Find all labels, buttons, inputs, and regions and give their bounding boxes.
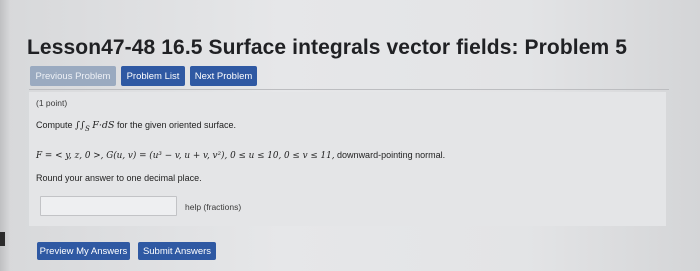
points-label: (1 point) — [36, 98, 68, 108]
screen-edge-shadow — [0, 0, 10, 271]
page-title: Lesson47-48 16.5 Surface integrals vecto… — [27, 36, 627, 59]
integral-subscript: S — [84, 124, 90, 133]
integral-sign: ∫∫ — [75, 120, 85, 131]
orientation-text: downward-pointing normal. — [337, 150, 446, 160]
compute-statement: Compute ∫∫S F·dS for the given oriented … — [36, 120, 236, 133]
compute-suffix: for the given oriented surface. — [116, 120, 237, 130]
submit-answers-button[interactable]: Submit Answers — [138, 242, 216, 260]
rounding-instruction: Round your answer to one decimal place. — [36, 173, 202, 183]
preview-answers-button[interactable]: Preview My Answers — [37, 242, 130, 260]
problem-list-button[interactable]: Problem List — [121, 66, 185, 86]
screen-edge-marker — [0, 232, 5, 246]
compute-prefix: Compute — [36, 120, 73, 130]
previous-problem-button[interactable]: Previous Problem — [30, 66, 116, 86]
next-problem-button[interactable]: Next Problem — [190, 66, 257, 86]
field-and-parametrization: F = < y, z, 0 >, G(u, v) = (u³ − v, u + … — [36, 151, 335, 161]
header-divider — [29, 89, 669, 90]
help-fractions-link[interactable]: help (fractions) — [185, 202, 241, 212]
problem-formula: F = < y, z, 0 >, G(u, v) = (u³ − v, u + … — [36, 150, 445, 161]
integrand: F·dS — [92, 120, 115, 131]
surface-integral-symbol: ∫∫S — [75, 120, 90, 133]
answer-input[interactable] — [40, 196, 177, 216]
